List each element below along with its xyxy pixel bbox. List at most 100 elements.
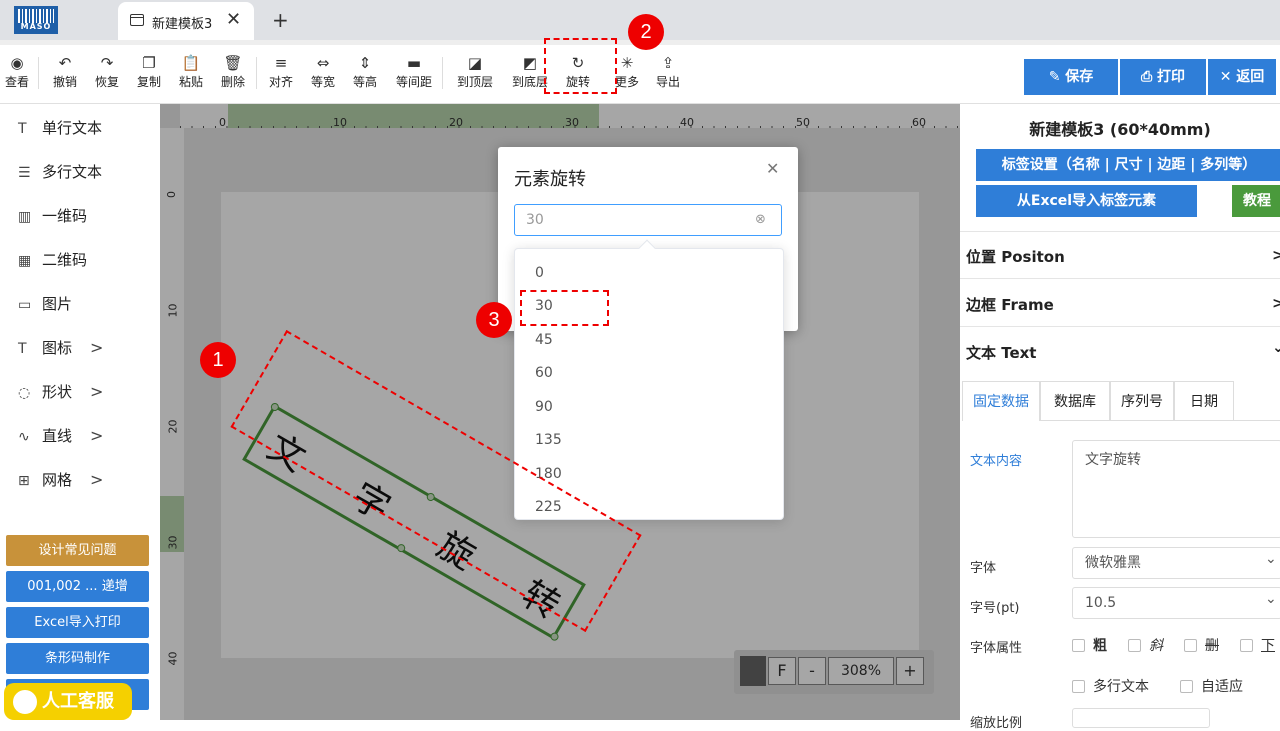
- section-position[interactable]: 位置 Positon >: [966, 246, 1280, 267]
- zoom-out-button[interactable]: -: [798, 657, 826, 685]
- toolbar-redo-button[interactable]: ↷ 恢复: [94, 53, 120, 90]
- sidebar-item-grid[interactable]: ⊞ 网格 >: [18, 468, 108, 492]
- copy-icon: ❐: [142, 54, 156, 72]
- annotation-badge: 1: [200, 342, 236, 378]
- toolbar-equal-height-button[interactable]: ⇕ 等高: [352, 53, 378, 90]
- rotation-option[interactable]: 0: [535, 265, 544, 281]
- rotation-option[interactable]: 135: [535, 432, 562, 448]
- tab-date[interactable]: 日期: [1174, 381, 1234, 421]
- tab-close-icon[interactable]: ✕: [226, 9, 241, 30]
- italic-checkbox[interactable]: 斜: [1128, 635, 1163, 655]
- clear-icon[interactable]: ⊗: [755, 205, 766, 235]
- zoom-fit-button[interactable]: F: [768, 657, 796, 685]
- rotation-option[interactable]: 45: [535, 332, 553, 348]
- excel-import-print-button[interactable]: Excel导入打印: [6, 607, 149, 638]
- save-button[interactable]: ✎ 保存: [1024, 59, 1118, 95]
- toolbar-export-button[interactable]: ⇪ 导出: [654, 53, 682, 90]
- equal-height-icon: ⇕: [358, 54, 372, 72]
- toolbar-equal-spacing-button[interactable]: ▬ 等间距: [394, 53, 434, 90]
- toolbar-more-button[interactable]: ✳ 更多: [613, 53, 641, 90]
- sidebar-item-icon[interactable]: T 图标 >: [18, 336, 108, 360]
- multiline-text-icon: ☰: [18, 165, 31, 181]
- increment-button[interactable]: 001,002 ... 递增: [6, 571, 149, 602]
- image-icon: ▭: [18, 297, 32, 313]
- edit-icon: ✎: [1048, 69, 1061, 85]
- zoom-in-button[interactable]: +: [896, 657, 924, 685]
- toolbar-copy-button[interactable]: ❐ 复制: [136, 53, 162, 90]
- sidebar-item-qrcode[interactable]: ▦ 二维码: [18, 248, 87, 272]
- design-faq-button[interactable]: 设计常见问题: [6, 535, 149, 566]
- underline-checkbox[interactable]: 下: [1240, 635, 1275, 655]
- sidebar-item-line[interactable]: ∿ 直线 >: [18, 424, 108, 448]
- ruler-label: 30: [565, 116, 579, 129]
- toolbar-align-button[interactable]: ≡ 对齐: [268, 53, 294, 90]
- rotation-option[interactable]: 90: [535, 399, 553, 415]
- rotation-select[interactable]: 30 ⊗: [514, 204, 782, 236]
- equal-spacing-icon: ▬: [406, 54, 422, 72]
- section-text[interactable]: 文本 Text ⌄: [966, 338, 1280, 363]
- chevron-down-icon: ⌄: [1272, 338, 1280, 356]
- toolbar-delete-button[interactable]: 🗑 删除: [220, 53, 246, 90]
- annotation-box-rotate: [544, 38, 617, 94]
- barcode-make-button[interactable]: 条形码制作: [6, 643, 149, 674]
- annotation-badge: 3: [476, 302, 512, 338]
- chevron-right-icon: >: [1272, 294, 1280, 312]
- ruler-label: 40: [166, 651, 180, 666]
- ruler-label: 60: [912, 116, 926, 129]
- chevron-right-icon: >: [90, 338, 104, 357]
- new-tab-icon[interactable]: +: [272, 8, 289, 32]
- back-button[interactable]: ✕ 返回: [1208, 59, 1276, 95]
- scale-input[interactable]: [1072, 708, 1210, 728]
- print-button[interactable]: ⎙ 打印: [1120, 59, 1206, 95]
- text-content-input[interactable]: 文字旋转: [1072, 440, 1280, 538]
- strike-checkbox[interactable]: 删: [1184, 635, 1219, 655]
- tab-fixed-data[interactable]: 固定数据: [962, 381, 1040, 421]
- export-icon: ⇪: [661, 54, 675, 72]
- tab-database[interactable]: 数据库: [1040, 381, 1110, 421]
- label-settings-button[interactable]: 标签设置（名称 | 尺寸 | 边距 | 多列等）: [976, 149, 1280, 181]
- size-select[interactable]: 10.5 ⌄: [1072, 587, 1280, 619]
- rotation-option[interactable]: 60: [535, 365, 553, 381]
- sidebar-item-multiline-text[interactable]: ☰ 多行文本: [18, 160, 102, 184]
- sidebar-item-single-text[interactable]: T 单行文本: [18, 116, 102, 140]
- ruler-label: 40: [680, 116, 694, 129]
- chevron-right-icon: >: [90, 382, 104, 401]
- section-frame[interactable]: 边框 Frame >: [966, 294, 1280, 315]
- excel-import-elements-button[interactable]: 从Excel导入标签元素: [976, 185, 1197, 217]
- line-icon: ∿: [18, 429, 30, 445]
- adaptive-checkbox[interactable]: 自适应: [1180, 676, 1243, 696]
- tab-template[interactable]: 新建模板3 ✕: [118, 2, 254, 40]
- ruler-label: 20: [166, 419, 180, 434]
- paste-icon: 📋: [181, 54, 201, 72]
- chevron-down-icon: ⌄: [1265, 551, 1277, 567]
- toolbar-paste-button[interactable]: 📋 粘贴: [178, 53, 204, 90]
- chevron-down-icon: ⌄: [1265, 591, 1277, 607]
- ruler-label: 10: [333, 116, 347, 129]
- toolbar: ◉ 查看 ↶ 撤销 ↷ 恢复 ❐ 复制 📋 粘贴 🗑 删除 ≡ 对齐 ⇔ 等宽 ⇕ 等高 ▬ 等间距…: [0, 40, 1280, 104]
- shape-icon: ◌: [18, 385, 31, 401]
- toolbar-undo-button[interactable]: ↶ 撤销: [52, 53, 78, 90]
- divider: [960, 278, 1280, 279]
- bold-checkbox[interactable]: 粗: [1072, 635, 1107, 655]
- qrcode-icon: ▦: [18, 253, 32, 269]
- sidebar-item-barcode[interactable]: ▥ 一维码: [18, 204, 87, 228]
- maso-logo: MASO: [14, 6, 58, 34]
- multiline-checkbox[interactable]: 多行文本: [1072, 676, 1149, 696]
- align-icon: ≡: [274, 54, 288, 72]
- customer-service-button[interactable]: 人工客服: [4, 683, 132, 720]
- sidebar-item-image[interactable]: ▭ 图片: [18, 292, 72, 316]
- close-icon: ✕: [1219, 69, 1232, 85]
- ruler-highlight: [228, 104, 599, 128]
- tutorial-button[interactable]: 教程: [1232, 185, 1280, 217]
- toolbar-view-button[interactable]: ◉ 查看: [4, 53, 30, 90]
- dialog-close-icon[interactable]: ✕: [766, 159, 779, 178]
- tab-serial[interactable]: 序列号: [1110, 381, 1174, 421]
- redo-icon: ↷: [100, 54, 114, 72]
- toolbar-equal-width-button[interactable]: ⇔ 等宽: [310, 53, 336, 90]
- font-select[interactable]: 微软雅黑 ⌄: [1072, 547, 1280, 579]
- sidebar-item-shape[interactable]: ◌ 形状 >: [18, 380, 108, 404]
- document-icon: [130, 14, 144, 26]
- equal-width-icon: ⇔: [316, 54, 330, 72]
- toolbar-bring-front-button[interactable]: ◪ 到顶层: [455, 53, 495, 90]
- scale-label: 缩放比例: [970, 716, 1023, 731]
